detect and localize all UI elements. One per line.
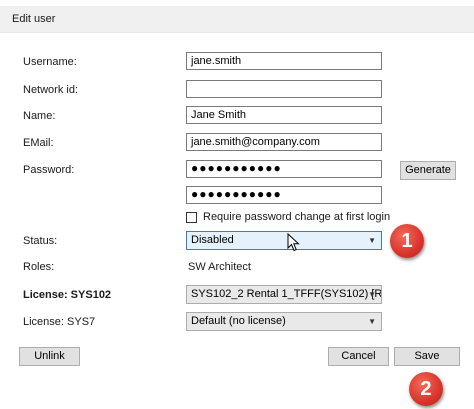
confirm-password-field[interactable]: ●●●●●●●●●●● [186, 186, 382, 204]
license-sys102-selected-value: SYS102_2 Rental 1_TFFF(SYS102) [Remai [191, 288, 382, 300]
license-sys7-selected-value: Default (no license) [191, 315, 286, 327]
unlink-button[interactable]: Unlink [19, 347, 80, 366]
license-sys7-label: License: SYS7 [23, 316, 96, 328]
annotation-badge-1: 1 [390, 224, 424, 258]
edit-user-dialog: Edit user Username: jane.smith Network i… [0, 0, 474, 409]
dialog-titlebar: Edit user [0, 6, 474, 33]
network-id-label: Network id: [23, 84, 79, 96]
mouse-cursor-icon [287, 233, 300, 252]
status-selected-value: Disabled [191, 234, 234, 246]
status-label: Status: [23, 235, 58, 247]
username-field[interactable]: jane.smith [186, 52, 382, 70]
dialog-title: Edit user [12, 13, 56, 25]
chevron-down-icon: ▼ [368, 317, 376, 326]
name-field[interactable]: Jane Smith [186, 106, 382, 124]
email-label: EMail: [23, 137, 54, 149]
username-label: Username: [23, 56, 77, 68]
generate-password-button[interactable]: Generate [400, 161, 456, 180]
cancel-button[interactable]: Cancel [328, 347, 389, 366]
license-sys102-dropdown[interactable]: SYS102_2 Rental 1_TFFF(SYS102) [Remai ▼ [186, 285, 382, 304]
roles-label: Roles: [23, 261, 55, 273]
password-field[interactable]: ●●●●●●●●●●● [186, 160, 382, 178]
license-sys102-label: License: SYS102 [23, 289, 112, 301]
email-field[interactable]: jane.smith@company.com [186, 133, 382, 151]
roles-value: SW Architect [188, 261, 251, 273]
save-button[interactable]: Save [394, 347, 460, 366]
network-id-field[interactable] [186, 80, 382, 98]
require-password-change-label[interactable]: Require password change at first login [203, 211, 390, 223]
chevron-down-icon: ▼ [368, 290, 376, 299]
chevron-down-icon: ▼ [368, 236, 376, 245]
require-password-change-checkbox[interactable] [186, 212, 197, 223]
status-dropdown[interactable]: Disabled ▼ [186, 231, 382, 250]
password-label: Password: [23, 164, 75, 176]
license-sys7-dropdown[interactable]: Default (no license) ▼ [186, 312, 382, 331]
annotation-badge-2: 2 [409, 372, 443, 406]
name-label: Name: [23, 110, 56, 122]
